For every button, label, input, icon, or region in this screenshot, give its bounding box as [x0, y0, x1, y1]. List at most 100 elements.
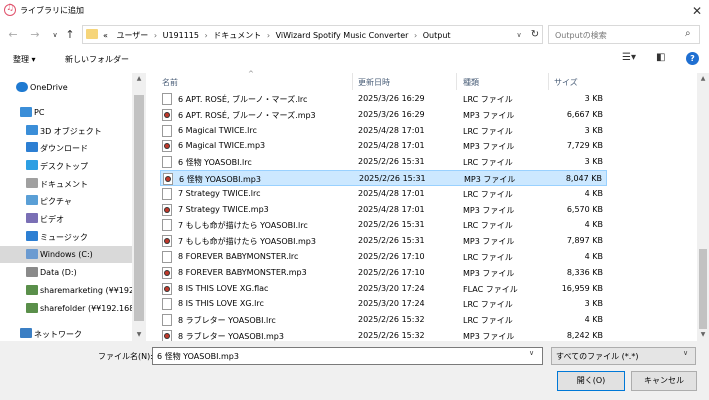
file-row[interactable]: 7 Strategy TWICE.mp3 2025/4/28 17:01 MP3 フ…	[160, 202, 607, 218]
file-row[interactable]: 8 ラブレター YOASOBI.lrc 2025/2/26 15:32 LRC ファ…	[160, 312, 607, 328]
scroll-up-icon[interactable]: ▲	[133, 73, 145, 85]
file-type: LRC ファイル	[463, 189, 513, 199]
new-folder-button[interactable]: 新しいフォルダー	[65, 54, 129, 65]
file-row[interactable]: 8 FOREVER BABYMONSTER.lrc 2025/2/26 17:10…	[160, 249, 607, 265]
column-header-name[interactable]: 名前	[162, 77, 178, 88]
file-date: 2025/4/28 17:01	[358, 141, 425, 151]
filename-input[interactable]: 6 怪物 YOASOBI.mp3 ∨	[152, 347, 543, 365]
nav-item-label: sharemarketing (¥¥192.	[40, 286, 137, 295]
breadcrumb-item[interactable]: ViWizard Spotify Music Converter	[276, 31, 409, 40]
breadcrumb-overflow[interactable]: «	[103, 31, 108, 40]
file-size: 8,336 KB	[566, 267, 603, 277]
close-icon[interactable]: ✕	[688, 2, 706, 20]
breadcrumb-item[interactable]: ユーザー	[116, 31, 148, 40]
arrow-up-icon[interactable]: ↑	[63, 27, 77, 43]
breadcrumb-item[interactable]: U191115	[163, 31, 199, 40]
chevron-down-icon[interactable]: ∨	[513, 27, 525, 43]
file-row[interactable]: 7 もしも命が描けたら YOASOBI.mp3 2025/2/26 15:31 MP…	[160, 233, 607, 249]
organize-button[interactable]: 整理 ▾	[13, 54, 36, 65]
audio-file-icon	[162, 282, 172, 295]
nav-item[interactable]: PC	[0, 104, 132, 121]
nav-item[interactable]: ダウンロード	[0, 139, 132, 156]
column-header-type[interactable]: 種類	[463, 77, 479, 88]
text-file-icon	[162, 124, 172, 137]
nav-item[interactable]: ネットワーク	[0, 325, 132, 342]
title-bar: ライブラリに追加 ✕	[0, 0, 709, 22]
file-row[interactable]: 6 Magical TWICE.lrc 2025/4/28 17:01 LRC ファ…	[160, 123, 607, 139]
file-row[interactable]: 6 Magical TWICE.mp3 2025/4/28 17:01 MP3 ファ…	[160, 138, 607, 154]
file-list-scrollbar-thumb[interactable]	[699, 249, 707, 329]
column-header-size[interactable]: サイズ	[554, 77, 578, 88]
chevron-down-icon[interactable]: ∨	[48, 27, 62, 43]
search-icon[interactable]: ⌕	[685, 28, 691, 39]
file-row[interactable]: 6 APT. ROSÉ, ブルーノ・マーズ.mp3 2025/3/26 16:29…	[160, 107, 607, 123]
nav-item-label: sharefolder (¥¥192.168.	[40, 304, 137, 313]
nav-item[interactable]: sharemarketing (¥¥192.	[0, 282, 137, 299]
column-divider[interactable]	[456, 73, 457, 90]
file-date: 2025/4/28 17:01	[358, 188, 425, 198]
folder-icon	[86, 29, 98, 39]
file-type: LRC ファイル	[463, 300, 513, 310]
file-name: 7 Strategy TWICE.mp3	[178, 204, 269, 214]
audio-file-icon	[162, 266, 172, 279]
filename-value[interactable]: 6 怪物 YOASOBI.mp3	[157, 351, 239, 362]
file-list-scrollbar[interactable]: ▲ ▼	[697, 73, 709, 341]
nav-item[interactable]: sharefolder (¥¥192.168.	[0, 300, 137, 317]
nav-scrollbar-thumb[interactable]	[134, 95, 144, 321]
nav-item-label: PC	[34, 108, 45, 117]
cancel-button[interactable]: キャンセル	[631, 371, 697, 391]
search-input[interactable]: Outputの検索 ⌕	[548, 25, 700, 44]
file-row[interactable]: 8 FOREVER BABYMONSTER.mp3 2025/2/26 17:10…	[160, 265, 607, 281]
column-divider[interactable]	[548, 73, 549, 90]
help-icon[interactable]: ?	[686, 52, 699, 65]
nav-item[interactable]: ドキュメント	[0, 175, 132, 192]
filetype-select[interactable]: すべてのファイル (*.*) ∨	[551, 347, 696, 365]
view-list-icon[interactable]: ☰▾	[622, 52, 636, 63]
scroll-down-icon[interactable]: ▼	[697, 329, 709, 341]
nav-item[interactable]: ビデオ	[0, 210, 132, 227]
file-row[interactable]: 6 APT. ROSÉ, ブルーノ・マーズ.lrc 2025/3/26 16:29…	[160, 91, 607, 107]
filetype-value[interactable]: すべてのファイル (*.*)	[556, 351, 638, 362]
file-row[interactable]: 6 怪物 YOASOBI.lrc 2025/2/26 15:31 LRC ファイル 3…	[160, 154, 607, 170]
column-divider[interactable]	[352, 73, 353, 90]
nav-item[interactable]: Windows (C:)	[0, 246, 132, 263]
address-bar[interactable]: « ユーザー › U191115 › ドキュメント › ViWizard Spo…	[82, 25, 543, 44]
column-header-date[interactable]: 更新日時	[358, 77, 390, 88]
nav-scrollbar[interactable]: ▲ ▼	[132, 73, 146, 341]
scroll-down-icon[interactable]: ▼	[133, 329, 145, 341]
nav-item[interactable]: 3D オブジェクト	[0, 122, 132, 139]
nav-item[interactable]: デスクトップ	[0, 157, 132, 174]
chevron-down-icon[interactable]: ∨	[683, 349, 688, 357]
refresh-icon[interactable]: ↻	[529, 27, 541, 43]
nav-item[interactable]: OneDrive	[0, 79, 132, 96]
nav-item[interactable]: ミュージック	[0, 228, 132, 245]
arrow-right-icon[interactable]: →	[28, 27, 42, 43]
breadcrumb-separator[interactable]: ›	[414, 31, 417, 40]
open-button[interactable]: 開く(O)	[557, 371, 625, 391]
file-list: ^ 名前 更新日時 種類 サイズ 6 APT. ROSÉ, ブルーノ・マーズ.l…	[146, 70, 697, 342]
chevron-down-icon[interactable]: ∨	[529, 349, 534, 357]
file-date: 2025/2/26 15:32	[358, 315, 425, 325]
file-name: 6 Magical TWICE.lrc	[178, 125, 257, 135]
file-date: 2025/2/26 15:31	[358, 236, 425, 246]
file-row[interactable]: 7 Strategy TWICE.lrc 2025/4/28 17:01 LRC フ…	[160, 186, 607, 202]
arrow-left-icon[interactable]: ←	[6, 27, 20, 43]
network-icon	[20, 328, 32, 338]
file-row[interactable]: 7 もしも命が描けたら YOASOBI.lrc 2025/2/26 15:31 LR…	[160, 217, 607, 233]
breadcrumb-separator[interactable]: ›	[205, 31, 208, 40]
preview-pane-icon[interactable]: ◧	[656, 52, 665, 63]
file-date: 2025/4/28 17:01	[358, 125, 425, 135]
file-row[interactable]: 8 IS THIS LOVE XG.flac 2025/3/20 17:24 FLA…	[160, 281, 607, 297]
breadcrumb-separator[interactable]: ›	[267, 31, 270, 40]
nav-item[interactable]: Data (D:)	[0, 264, 132, 281]
network-drive-icon	[26, 303, 38, 313]
file-name: 7 もしも命が描けたら YOASOBI.lrc	[178, 221, 308, 231]
file-row[interactable]: 6 怪物 YOASOBI.mp3 2025/2/26 15:31 MP3 ファイル 8…	[160, 170, 607, 186]
nav-item-label: Data (D:)	[40, 268, 77, 277]
file-row[interactable]: 8 IS THIS LOVE XG.lrc 2025/3/20 17:24 LRC …	[160, 296, 607, 312]
nav-item[interactable]: ピクチャ	[0, 192, 132, 209]
breadcrumb-separator[interactable]: ›	[154, 31, 157, 40]
scroll-up-icon[interactable]: ▲	[697, 73, 709, 85]
breadcrumb-item[interactable]: ドキュメント	[213, 31, 261, 40]
breadcrumb-item[interactable]: Output	[423, 31, 451, 40]
